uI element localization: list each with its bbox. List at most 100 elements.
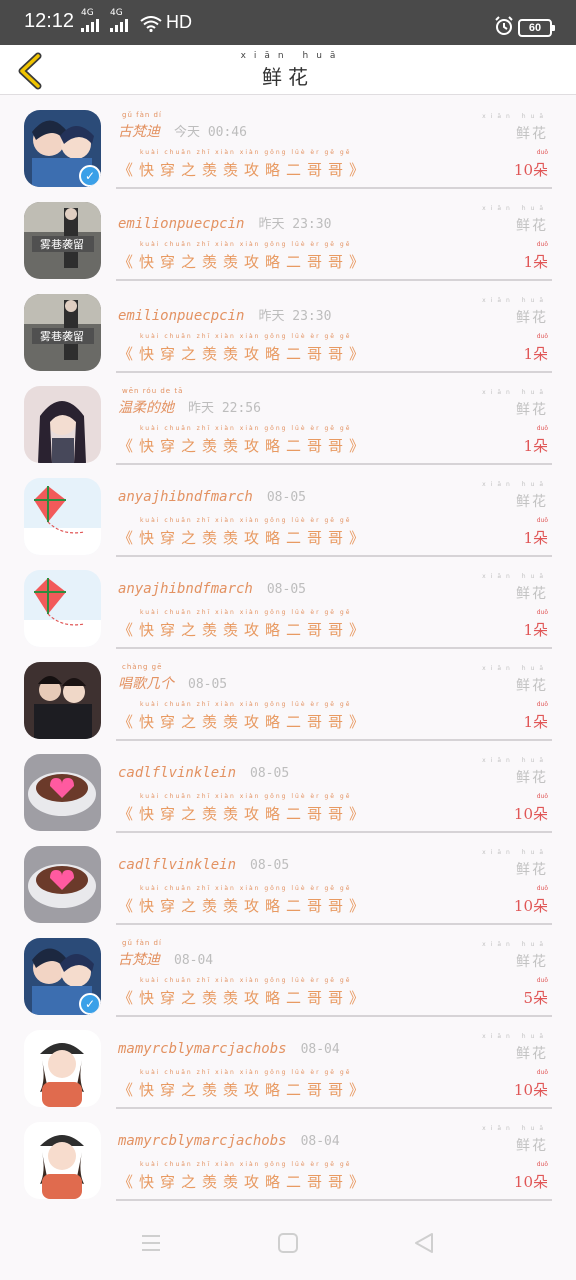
flower-label: 鲜花 xyxy=(516,402,548,418)
list-item[interactable]: wēn róu de tā 温柔的她 昨天 22:56 xiān huā 鲜花 kuài … xyxy=(0,372,576,465)
book-title[interactable]: 《快穿之羡羡攻略二哥哥》 xyxy=(118,159,370,180)
avatar[interactable]: ✓ xyxy=(24,110,101,187)
flower-label: 鲜花 xyxy=(516,494,548,510)
avatar-image xyxy=(24,570,101,647)
user-name-text[interactable]: 温柔的她 xyxy=(118,400,174,416)
flower-count-pinyin: duǒ xyxy=(536,517,548,524)
user-name-text[interactable]: 古梵迪 xyxy=(118,124,160,140)
user-name[interactable]: cadlflvinklein 08-05 xyxy=(118,857,289,873)
flower-label: 鲜花 xyxy=(516,1138,548,1154)
flower-label: 鲜花 xyxy=(516,218,548,234)
list-item[interactable]: mamyrcblymarcjachobs 08-04 xiān huā 鲜花 kuài … xyxy=(0,1016,576,1109)
book-title[interactable]: 《快穿之羡羡攻略二哥哥》 xyxy=(118,343,370,364)
user-name[interactable]: emilionpuecpcin 昨天 23:30 xyxy=(118,213,331,232)
svg-text:雾巷袭留: 雾巷袭留 xyxy=(40,237,84,251)
flower-count-pinyin: duǒ xyxy=(536,425,548,432)
book-title-pinyin: kuài chuān zhī xiàn xiàn gōng lüè èr gē … xyxy=(140,885,352,892)
flower-label: 鲜花 xyxy=(516,586,548,602)
system-nav-bar xyxy=(0,1214,576,1280)
user-name[interactable]: anyajhibndfmarch 08-05 xyxy=(118,489,306,505)
book-title[interactable]: 《快穿之羡羡攻略二哥哥》 xyxy=(118,527,370,548)
flower-label-pinyin: xiān huā xyxy=(482,205,548,212)
user-name[interactable]: 古梵迪 今天 00:46 xyxy=(118,121,247,141)
user-name-text[interactable]: cadlflvinklein xyxy=(118,765,236,781)
list-item[interactable]: cadlflvinklein 08-05 xiān huā 鲜花 kuài chuān … xyxy=(0,740,576,833)
flower-count-pinyin: duǒ xyxy=(536,609,548,616)
avatar[interactable]: 雾巷袭留 xyxy=(24,294,101,371)
avatar-image: 雾巷袭留 xyxy=(24,202,101,279)
user-name-text[interactable]: emilionpuecpcin xyxy=(118,308,244,324)
user-name[interactable]: 温柔的她 昨天 22:56 xyxy=(118,397,261,417)
timestamp: 08-04 xyxy=(300,1042,340,1057)
user-name-text[interactable]: emilionpuecpcin xyxy=(118,216,244,232)
book-title-pinyin: kuài chuān zhī xiàn xiàn gōng lüè èr gē … xyxy=(140,977,352,984)
avatar[interactable] xyxy=(24,662,101,739)
avatar[interactable]: 雾巷袭留 xyxy=(24,202,101,279)
list-item[interactable]: cadlflvinklein 08-05 xiān huā 鲜花 kuài chuān … xyxy=(0,832,576,925)
user-name[interactable]: 唱歌几个 08-05 xyxy=(118,673,227,693)
user-name-text[interactable]: 唱歌几个 xyxy=(118,676,174,692)
user-name-pinyin: gǔ fàn dí xyxy=(122,939,162,947)
user-name-text[interactable]: anyajhibndfmarch xyxy=(118,581,253,597)
book-title[interactable]: 《快穿之羡羡攻略二哥哥》 xyxy=(118,1079,370,1100)
book-title[interactable]: 《快穿之羡羡攻略二哥哥》 xyxy=(118,251,370,272)
user-name[interactable]: 古梵迪 08-04 xyxy=(118,949,213,969)
user-name-text[interactable]: mamyrcblymarcjachobs xyxy=(118,1133,287,1149)
user-name[interactable]: anyajhibndfmarch 08-05 xyxy=(118,581,306,597)
home-icon[interactable] xyxy=(277,1232,299,1254)
list-item[interactable]: ✓ gǔ fàn dí 古梵迪 今天 00:46 xiān huā 鲜花 kuài chuā… xyxy=(0,96,576,189)
list-item[interactable]: mamyrcblymarcjachobs 08-04 xiān huā 鲜花 kuài … xyxy=(0,1108,576,1201)
avatar[interactable] xyxy=(24,754,101,831)
flower-count-pinyin: duǒ xyxy=(536,885,548,892)
list-item[interactable]: anyajhibndfmarch 08-05 xiān huā 鲜花 kuài chuā… xyxy=(0,556,576,649)
avatar[interactable]: ✓ xyxy=(24,938,101,1015)
book-title[interactable]: 《快穿之羡羡攻略二哥哥》 xyxy=(118,435,370,456)
user-name[interactable]: mamyrcblymarcjachobs 08-04 xyxy=(118,1041,340,1057)
user-name-text[interactable]: 古梵迪 xyxy=(118,952,160,968)
book-title[interactable]: 《快穿之羡羡攻略二哥哥》 xyxy=(118,803,370,824)
avatar-image xyxy=(24,754,101,831)
avatar[interactable] xyxy=(24,478,101,555)
user-name-text[interactable]: anyajhibndfmarch xyxy=(118,489,253,505)
list-item[interactable]: 雾巷袭留 emilionpuecpcin 昨天 23:30 xiān huā 鲜花 kuà… xyxy=(0,188,576,281)
avatar[interactable] xyxy=(24,1030,101,1107)
avatar[interactable] xyxy=(24,570,101,647)
book-title[interactable]: 《快穿之羡羡攻略二哥哥》 xyxy=(118,619,370,640)
avatar[interactable] xyxy=(24,386,101,463)
network-type-label-2: 4G xyxy=(110,8,123,18)
book-title[interactable]: 《快穿之羡羡攻略二哥哥》 xyxy=(118,1171,370,1192)
flower-count: 1朵 xyxy=(523,713,548,731)
flower-count: 10朵 xyxy=(513,805,548,823)
user-name[interactable]: cadlflvinklein 08-05 xyxy=(118,765,289,781)
timestamp: 08-04 xyxy=(174,953,214,968)
book-title[interactable]: 《快穿之羡羡攻略二哥哥》 xyxy=(118,711,370,732)
list-item[interactable]: anyajhibndfmarch 08-05 xiān huā 鲜花 kuài chuā… xyxy=(0,464,576,557)
back-nav-icon[interactable] xyxy=(413,1232,435,1254)
list-item[interactable]: 雾巷袭留 emilionpuecpcin 昨天 23:30 xiān huā 鲜花 kuà… xyxy=(0,280,576,373)
book-title-pinyin: kuài chuān zhī xiàn xiàn gōng lüè èr gē … xyxy=(140,517,352,524)
avatar[interactable] xyxy=(24,1122,101,1199)
list-item[interactable]: chàng gē 唱歌几个 08-05 xiān huā 鲜花 kuài chuān zh… xyxy=(0,648,576,741)
flower-count: 10朵 xyxy=(513,897,548,915)
user-name[interactable]: mamyrcblymarcjachobs 08-04 xyxy=(118,1133,340,1149)
status-time: 12:12 xyxy=(24,10,75,32)
flower-count: 1朵 xyxy=(523,345,548,363)
menu-icon[interactable] xyxy=(140,1232,162,1254)
user-name[interactable]: emilionpuecpcin 昨天 23:30 xyxy=(118,305,331,324)
avatar-image xyxy=(24,1030,101,1107)
book-title-pinyin: kuài chuān zhī xiàn xiàn gōng lüè èr gē … xyxy=(140,1161,352,1168)
book-title-pinyin: kuài chuān zhī xiàn xiàn gōng lüè èr gē … xyxy=(140,609,352,616)
avatar-image xyxy=(24,478,101,555)
book-title[interactable]: 《快穿之羡羡攻略二哥哥》 xyxy=(118,895,370,916)
list-item[interactable]: ✓ gǔ fàn dí 古梵迪 08-04 xiān huā 鲜花 kuài chuān z… xyxy=(0,924,576,1017)
flower-label-pinyin: xiān huā xyxy=(482,481,548,488)
flower-label-pinyin: xiān huā xyxy=(482,297,548,304)
flower-label: 鲜花 xyxy=(516,954,548,970)
book-title[interactable]: 《快穿之羡羡攻略二哥哥》 xyxy=(118,987,370,1008)
user-name-text[interactable]: mamyrcblymarcjachobs xyxy=(118,1041,287,1057)
user-name-text[interactable]: cadlflvinklein xyxy=(118,857,236,873)
avatar[interactable] xyxy=(24,846,101,923)
alarm-icon xyxy=(495,16,513,35)
flower-count: 1朵 xyxy=(523,621,548,639)
divider xyxy=(116,1199,552,1201)
